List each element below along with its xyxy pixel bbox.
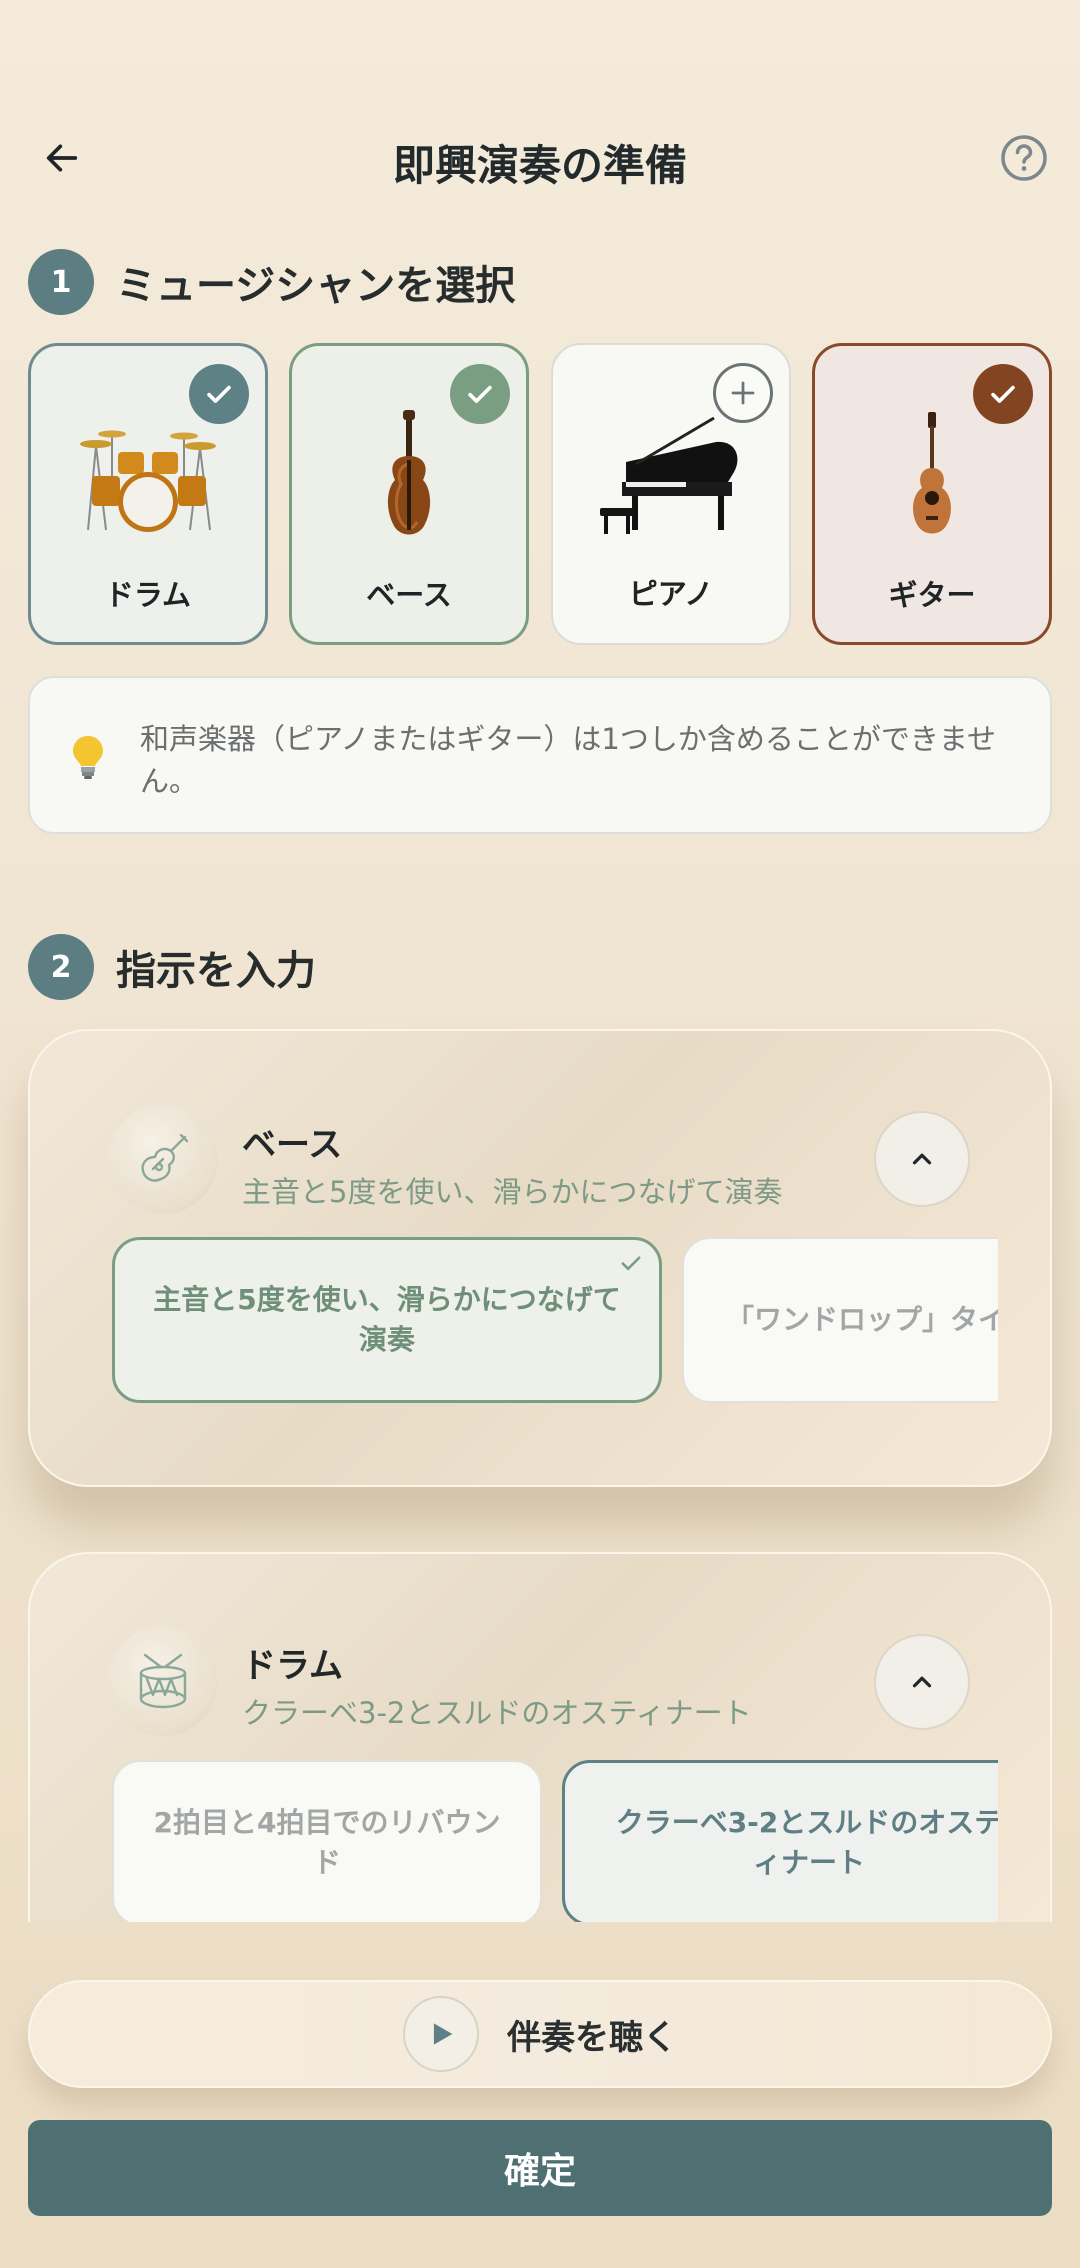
instruction-option-selected[interactable]: 主音と5度を使い、滑らかにつなげて演奏 (112, 1237, 662, 1403)
play-button (403, 1996, 479, 2072)
step-2-title: 指示を入力 (116, 948, 316, 994)
musician-card-drums[interactable]: ドラム (28, 343, 268, 645)
listen-accompaniment-button[interactable]: 伴奏を聴く (28, 1980, 1052, 2088)
step-2-badge: 2 (28, 934, 94, 1000)
instruction-option-label: 2拍目と4拍目でのリバウンド (153, 1806, 501, 1879)
tip-text: 和声楽器（ピアノまたはギター）は1つしか含めることができません。 (140, 722, 996, 798)
instruction-options: 2拍目と4拍目でのリバウンド クラーベ3-2とスルドのオスティナート (112, 1760, 998, 1922)
instruction-option-label: 「ワンドロップ」タイン (726, 1303, 998, 1336)
musician-card-piano[interactable]: ピアノ (551, 343, 791, 645)
drum-kit-image (31, 408, 265, 548)
collapse-button[interactable] (874, 1111, 970, 1207)
page-title: 即興演奏の準備 (392, 141, 687, 190)
listen-label: 伴奏を聴く (507, 2017, 677, 2058)
double-bass-image (292, 408, 526, 548)
top-app-bar: 即興演奏の準備 (0, 110, 1080, 206)
drum-icon (139, 1653, 187, 1709)
panel-instrument-name: ベース (242, 1125, 343, 1165)
step-1-heading: 1 ミュージシャンを選択 (28, 248, 515, 316)
instruction-options: 主音と5度を使い、滑らかにつなげて演奏 「ワンドロップ」タイン (112, 1237, 998, 1409)
instruction-option[interactable]: 2拍目と4拍目でのリバウンド (112, 1760, 542, 1922)
harmony-instrument-tip: 和声楽器（ピアノまたはギター）は1つしか含めることができません。 (28, 676, 1052, 834)
musician-selector: ドラム ベース ピアノ ギター (28, 343, 1052, 647)
check-icon (617, 1248, 645, 1288)
check-icon (468, 385, 492, 403)
instruction-panel-bass: ベース 主音と5度を使い、滑らかにつなげて演奏 主音と5度を使い、滑らかにつなげ… (28, 1029, 1052, 1487)
confirm-button[interactable]: 確定 (28, 2120, 1052, 2216)
help-button[interactable] (998, 132, 1050, 184)
musician-label: ベース (366, 578, 452, 612)
chevron-up-icon (912, 1676, 932, 1688)
instruction-option[interactable]: 「ワンドロップ」タイン (682, 1237, 998, 1403)
instruction-option-label: 主音と5度を使い、滑らかにつなげて演奏 (153, 1283, 621, 1356)
play-icon (433, 2023, 453, 2045)
musician-card-bass[interactable]: ベース (289, 343, 529, 645)
panel-instrument-name: ドラム (242, 1646, 343, 1686)
plus-icon (731, 381, 755, 405)
help-icon (1001, 135, 1047, 181)
panel-selected-instruction: クラーベ3-2とスルドのオスティナート (242, 1696, 752, 1730)
musician-card-guitar[interactable]: ギター (812, 343, 1052, 645)
bass-avatar (108, 1104, 218, 1214)
instruction-option-selected[interactable]: クラーベ3-2とスルドのオスティナート (562, 1760, 998, 1922)
musician-label: ギター (888, 578, 976, 612)
acoustic-guitar-image (815, 408, 1049, 548)
drums-avatar (108, 1626, 218, 1736)
musician-label: ドラム (104, 578, 192, 612)
guitar-icon (141, 1133, 189, 1182)
collapse-button[interactable] (874, 1634, 970, 1730)
grand-piano-image (553, 407, 789, 547)
instruction-panel-drums: ドラム クラーベ3-2とスルドのオスティナート 2拍目と4拍目でのリバウンド ク… (28, 1552, 1052, 1922)
chevron-up-icon (912, 1153, 932, 1165)
check-icon (207, 385, 231, 403)
step-2-heading: 2 指示を入力 (28, 933, 316, 1001)
step-1-badge: 1 (28, 249, 94, 315)
instruction-option-label: クラーベ3-2とスルドのオスティナート (615, 1806, 998, 1879)
check-icon (991, 385, 1015, 403)
step-1-title: ミュージシャンを選択 (116, 263, 516, 309)
musician-label: ピアノ (628, 577, 714, 611)
lightbulb-icon (70, 734, 106, 784)
panel-selected-instruction: 主音と5度を使い、滑らかにつなげて演奏 (242, 1175, 783, 1209)
